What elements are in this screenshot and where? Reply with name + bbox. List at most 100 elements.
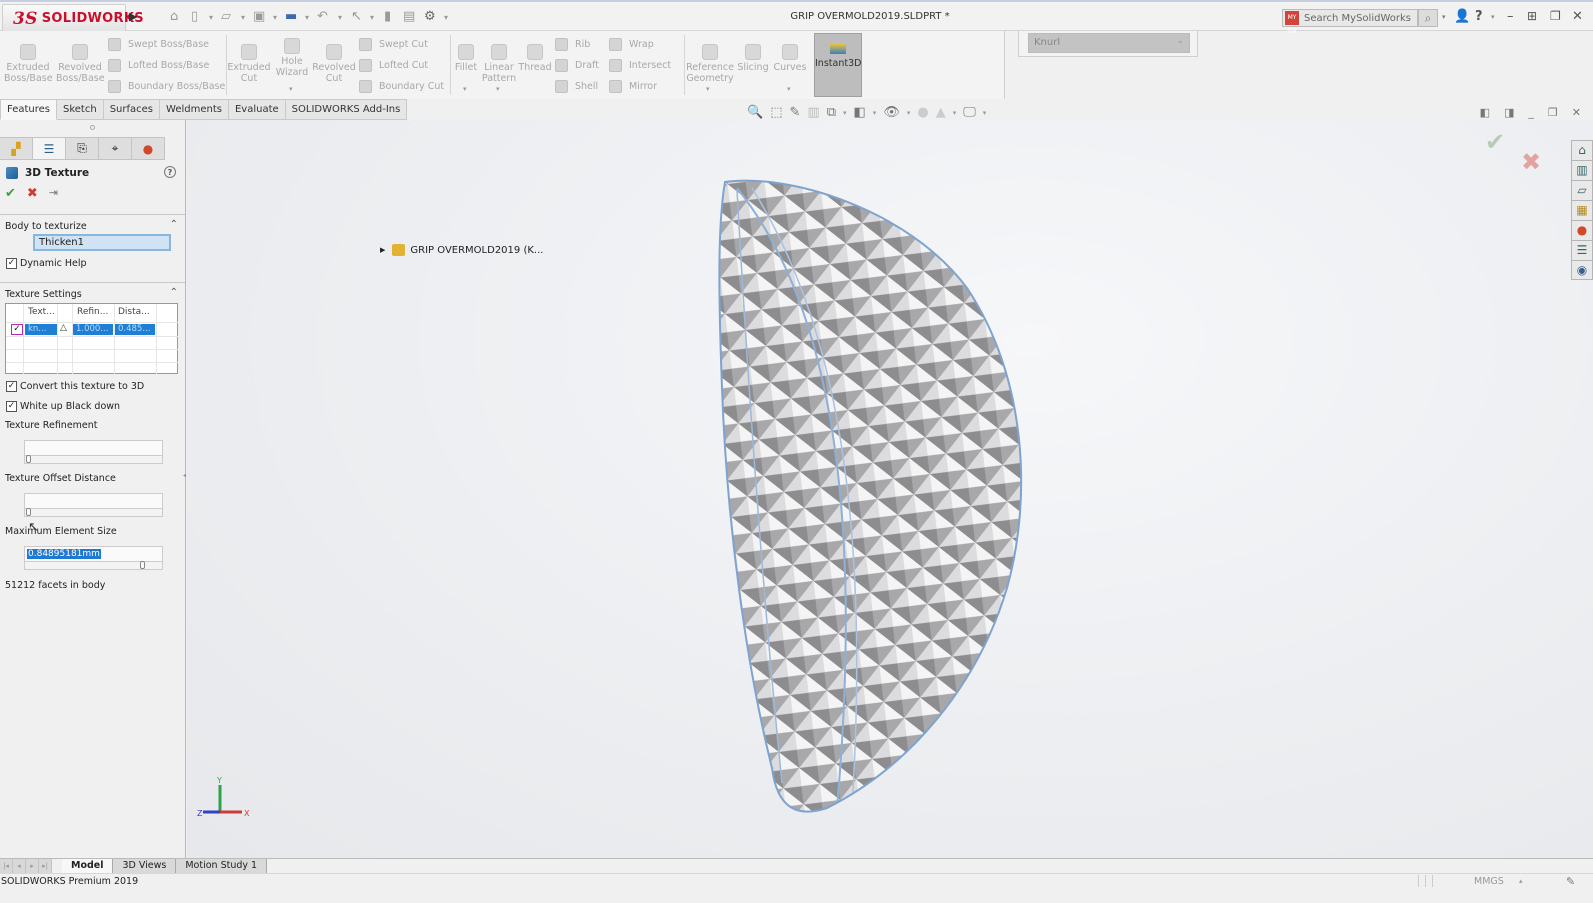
last-tab-arrow-icon[interactable]: ▸|: [39, 859, 52, 873]
tab-solidworks-add-ins[interactable]: SOLIDWORKS Add-Ins: [285, 99, 408, 120]
section-texture-settings[interactable]: Texture Settings ⌃: [0, 282, 185, 302]
close-icon[interactable]: ✕: [1572, 9, 1583, 24]
dynamic-help-checkbox[interactable]: ✓ Dynamic Help: [6, 258, 87, 269]
draft-button[interactable]: Draft: [555, 59, 599, 72]
zoom-to-area-icon[interactable]: ⬚: [770, 105, 782, 120]
display-style-dropdown-icon[interactable]: ▾: [873, 109, 877, 117]
open-dropdown-icon[interactable]: ▾: [241, 13, 245, 22]
help-dropdown-icon[interactable]: ▾: [1491, 13, 1495, 21]
swept-cut-button[interactable]: Swept Cut: [359, 38, 428, 51]
graphics-area[interactable]: 🔍 ⬚ ✎ ▥ ⧉ ▾ ◧ ▾ 👁 ▾ ● ▲ ▾ 🖵 ▾ ◧ ◨ _ ❐ ✕ ▶ GRI…: [187, 105, 1593, 858]
select-dropdown-icon[interactable]: ▾: [370, 13, 374, 22]
linear-pattern-button[interactable]: Linear Pattern: [481, 44, 517, 84]
slider-thumb[interactable]: [26, 455, 31, 463]
body-selection-field[interactable]: Thicken1: [33, 234, 171, 251]
revolved-boss-base-button[interactable]: Revolved Boss/Base: [56, 44, 105, 84]
appearances-icon[interactable]: ●: [1571, 220, 1593, 240]
texture-row-checkbox[interactable]: ✓: [11, 324, 23, 335]
view-settings-icon[interactable]: 🖵: [963, 105, 976, 120]
solidworks-logo-button[interactable]: 3S SOLIDWORKS: [2, 4, 144, 33]
intersect-button[interactable]: Intersect: [609, 59, 671, 72]
wrap-button[interactable]: Wrap: [609, 38, 654, 51]
restore-icon[interactable]: ❐: [1550, 9, 1561, 23]
confirm-corner-cancel-icon[interactable]: ✖: [1521, 148, 1541, 176]
save-dropdown-icon[interactable]: ▾: [273, 13, 277, 22]
propertymanager-tab-icon[interactable]: ☰: [33, 137, 66, 160]
expand-arrow-icon[interactable]: ▶: [380, 246, 385, 254]
previous-pane-icon[interactable]: ◧: [1480, 106, 1490, 119]
panel-collapse-handle-icon[interactable]: ◂: [183, 472, 186, 479]
hide-show-items-icon[interactable]: 👁: [883, 105, 900, 120]
boundary-boss-base-button[interactable]: Boundary Boss/Base: [108, 80, 225, 93]
search-icon[interactable]: ⌕: [1418, 9, 1438, 27]
save-icon[interactable]: ▣: [253, 9, 265, 24]
file-explorer-icon[interactable]: ▱: [1571, 180, 1593, 200]
edit-appearance-icon[interactable]: ●: [917, 105, 928, 120]
tab-model[interactable]: Model: [62, 859, 114, 873]
doc-minimize-icon[interactable]: _: [1528, 106, 1534, 119]
quick-tips-icon[interactable]: ✎: [1566, 875, 1575, 888]
search-mysolidworks-input[interactable]: MY SW Search MySolidWorks: [1282, 9, 1418, 35]
unit-system-dropdown-icon[interactable]: ▴: [1519, 877, 1523, 885]
tab-surfaces[interactable]: Surfaces: [103, 99, 161, 120]
featuremanager-tab-icon[interactable]: ▞: [0, 137, 33, 160]
fillet-button[interactable]: Fillet: [452, 44, 480, 73]
maximum-element-size-input[interactable]: 0.84895181mm: [24, 546, 163, 570]
revolved-cut-button[interactable]: Revolved Cut: [312, 44, 356, 84]
maximum-element-size-value[interactable]: 0.84895181mm: [27, 549, 101, 559]
lofted-boss-base-button[interactable]: Lofted Boss/Base: [108, 59, 209, 72]
shell-button[interactable]: Shell: [555, 80, 598, 93]
instant3d-button[interactable]: Instant3D: [814, 33, 862, 97]
open-icon[interactable]: ▱: [221, 9, 231, 24]
texture-select[interactable]: Knurl ⌄: [1028, 33, 1190, 53]
select-icon[interactable]: ↖: [351, 9, 362, 24]
options-dropdown-icon[interactable]: ▾: [444, 13, 448, 22]
view-orientation-icon[interactable]: ⧉: [827, 105, 836, 120]
extruded-cut-button[interactable]: Extruded Cut: [226, 44, 272, 84]
unit-system[interactable]: MMGS: [1474, 876, 1504, 887]
confirm-corner-ok-icon[interactable]: ✔: [1485, 128, 1505, 156]
ok-check-icon[interactable]: ✔: [5, 186, 16, 201]
tab-weldments[interactable]: Weldments: [160, 99, 229, 120]
texture-offset-distance-slider[interactable]: [24, 493, 163, 517]
convert-texture-to-3d-checkbox[interactable]: ✓ Convert this texture to 3D: [6, 381, 144, 392]
tile-icon[interactable]: ⊞: [1527, 9, 1537, 23]
view-orientation-dropdown-icon[interactable]: ▾: [843, 109, 847, 117]
solidworks-resources-icon[interactable]: ⌂: [1571, 140, 1593, 160]
dimxpertmanager-tab-icon[interactable]: ⌖: [99, 137, 132, 160]
tab-sketch[interactable]: Sketch: [57, 99, 104, 120]
rib-button[interactable]: Rib: [555, 38, 590, 51]
help-icon[interactable]: ?: [164, 166, 176, 178]
help-icon[interactable]: ?: [1475, 9, 1483, 24]
file-properties-icon[interactable]: ▤: [403, 9, 415, 24]
solidworks-forum-icon[interactable]: ◉: [1571, 260, 1593, 280]
view-settings-dropdown-icon[interactable]: ▾: [983, 109, 987, 117]
pushpin-icon[interactable]: ⇥: [49, 186, 58, 201]
home-icon[interactable]: ⌂: [170, 9, 178, 24]
user-icon[interactable]: 👤: [1454, 9, 1470, 24]
undo-icon[interactable]: ↶: [317, 9, 328, 24]
design-library-icon[interactable]: ▥: [1571, 160, 1593, 180]
tab-motion-study-1[interactable]: Motion Study 1: [176, 859, 268, 873]
print-dropdown-icon[interactable]: ▾: [305, 13, 309, 22]
feature-tree-root[interactable]: ▶ GRIP OVERMOLD2019 (K...: [380, 244, 543, 256]
reference-geometry-dropdown-icon[interactable]: ▾: [706, 85, 710, 93]
column-header-distance[interactable]: Dista...: [118, 307, 150, 317]
configurationmanager-tab-icon[interactable]: ⎘: [66, 137, 99, 160]
view-palette-icon[interactable]: ▦: [1571, 200, 1593, 220]
refinement-cell[interactable]: 1.000...: [73, 324, 113, 335]
hole-wizard-dropdown-icon[interactable]: ▾: [289, 85, 293, 93]
search-dropdown-icon[interactable]: ▾: [1442, 13, 1446, 21]
zoom-to-fit-icon[interactable]: 🔍: [747, 105, 763, 120]
apply-scene-icon[interactable]: ▲: [936, 105, 946, 120]
displaymanager-tab-icon[interactable]: ●: [132, 137, 165, 160]
boundary-cut-button[interactable]: Boundary Cut: [359, 80, 444, 93]
next-tab-arrow-icon[interactable]: ▸: [26, 859, 39, 873]
cancel-x-icon[interactable]: ✖: [27, 186, 38, 201]
lofted-cut-button[interactable]: Lofted Cut: [359, 59, 428, 72]
mirror-button[interactable]: Mirror: [609, 80, 657, 93]
column-header-texture[interactable]: Text...: [28, 307, 55, 317]
slider-thumb[interactable]: [139, 561, 145, 569]
slicing-button[interactable]: Slicing: [736, 44, 770, 73]
print-icon[interactable]: ▬: [285, 9, 297, 24]
